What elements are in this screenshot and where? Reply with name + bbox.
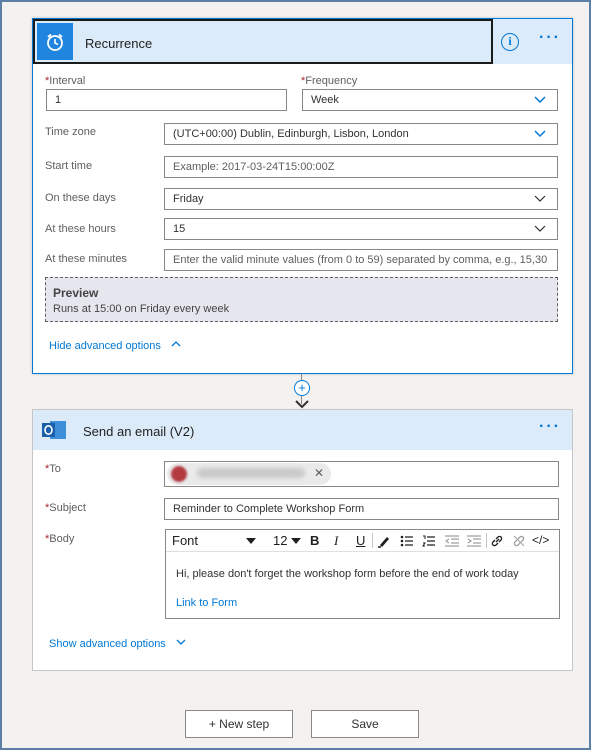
- days-label: On these days: [45, 192, 116, 204]
- numbered-list-icon[interactable]: [422, 534, 436, 548]
- chevron-down-icon: [534, 130, 546, 138]
- recipient-name-redacted: [197, 468, 305, 478]
- toolbar-divider: [372, 533, 373, 548]
- timezone-select[interactable]: (UTC+00:00) Dublin, Edinburgh, Lisbon, L…: [164, 123, 558, 145]
- insert-step-plus-icon[interactable]: +: [294, 380, 310, 396]
- chevron-up-icon: [171, 341, 181, 347]
- minutes-input[interactable]: Enter the valid minute values (from 0 to…: [164, 249, 558, 271]
- designer-canvas: Recurrence i ··· *Interval 1 *Frequency …: [2, 2, 589, 748]
- recurrence-title: Recurrence: [85, 36, 153, 51]
- show-advanced-options-link[interactable]: Show advanced options: [49, 637, 187, 650]
- avatar: [171, 466, 187, 482]
- interval-input[interactable]: 1: [46, 89, 287, 111]
- preview-title: Preview: [53, 286, 99, 300]
- email-body-link[interactable]: Link to Form: [176, 597, 237, 609]
- font-select[interactable]: Font: [172, 533, 198, 548]
- info-icon[interactable]: i: [501, 33, 519, 51]
- body-label: *Body: [45, 533, 75, 545]
- formatting-toolbar: Font 12 B I U </>: [166, 530, 559, 552]
- recipient-chip[interactable]: ✕: [167, 463, 331, 485]
- chevron-down-icon: [534, 195, 546, 202]
- recurrence-header[interactable]: Recurrence i ···: [33, 19, 572, 64]
- caret-down-icon: [291, 538, 301, 544]
- start-time-input[interactable]: Example: 2017-03-24T15:00:00Z: [164, 156, 558, 178]
- more-options-icon[interactable]: ···: [539, 418, 561, 436]
- alarm-clock-icon: [37, 23, 73, 60]
- minutes-label: At these minutes: [45, 253, 127, 265]
- frequency-value: Week: [311, 94, 339, 106]
- toolbar-divider: [486, 533, 487, 548]
- code-view-icon[interactable]: </>: [532, 533, 549, 547]
- hide-advanced-options-link[interactable]: Hide advanced options: [49, 339, 182, 352]
- remove-recipient-icon[interactable]: ✕: [314, 466, 324, 480]
- save-button[interactable]: Save: [311, 710, 419, 738]
- unlink-icon[interactable]: [512, 534, 526, 548]
- caret-down-icon: [246, 538, 256, 544]
- interval-label: *Interval: [45, 75, 86, 87]
- email-body-text: Hi, please don't forget the workshop for…: [176, 568, 519, 580]
- new-step-button[interactable]: + New step: [185, 710, 293, 738]
- italic-icon[interactable]: I: [334, 533, 338, 549]
- link-icon[interactable]: [490, 534, 504, 548]
- timezone-label: Time zone: [45, 126, 96, 138]
- preview-text: Runs at 15:00 on Friday every week: [53, 303, 230, 315]
- font-size-select[interactable]: 12: [273, 533, 287, 548]
- outlook-icon: [42, 421, 66, 439]
- underline-icon[interactable]: U: [356, 533, 365, 548]
- subject-input[interactable]: Reminder to Complete Workshop Form: [164, 498, 559, 520]
- hours-value: 15: [173, 223, 186, 235]
- subject-label: *Subject: [45, 502, 86, 514]
- timezone-value: (UTC+00:00) Dublin, Edinburgh, Lisbon, L…: [173, 128, 409, 140]
- send-email-card: Send an email (V2) ··· *To ✕ *Subject Re…: [32, 409, 573, 671]
- recurrence-card: Recurrence i ··· *Interval 1 *Frequency …: [32, 18, 573, 374]
- bold-icon[interactable]: B: [310, 533, 319, 548]
- highlight-pen-icon[interactable]: [377, 534, 391, 548]
- days-select[interactable]: Friday: [164, 188, 558, 210]
- send-email-header[interactable]: Send an email (V2) ···: [33, 410, 572, 450]
- schedule-preview: Preview Runs at 15:00 on Friday every we…: [45, 277, 558, 322]
- decrease-indent-icon[interactable]: [444, 534, 460, 548]
- chevron-down-icon: [534, 225, 546, 232]
- hours-select[interactable]: 15: [164, 218, 558, 240]
- to-label: *To: [45, 463, 61, 475]
- frequency-select[interactable]: Week: [302, 89, 558, 111]
- increase-indent-icon[interactable]: [466, 534, 482, 548]
- chevron-down-icon: [176, 639, 186, 645]
- start-time-label: Start time: [45, 160, 93, 172]
- body-editor[interactable]: Font 12 B I U </> Hi, please don't forge…: [165, 529, 560, 619]
- frequency-label: *Frequency: [301, 75, 358, 87]
- chevron-down-icon: [534, 96, 546, 104]
- bulleted-list-icon[interactable]: [400, 534, 414, 548]
- send-email-title: Send an email (V2): [83, 424, 195, 439]
- recurrence-title-bar[interactable]: Recurrence: [33, 19, 493, 64]
- hours-label: At these hours: [45, 223, 116, 235]
- days-value: Friday: [173, 193, 204, 205]
- more-options-icon[interactable]: ···: [539, 29, 561, 47]
